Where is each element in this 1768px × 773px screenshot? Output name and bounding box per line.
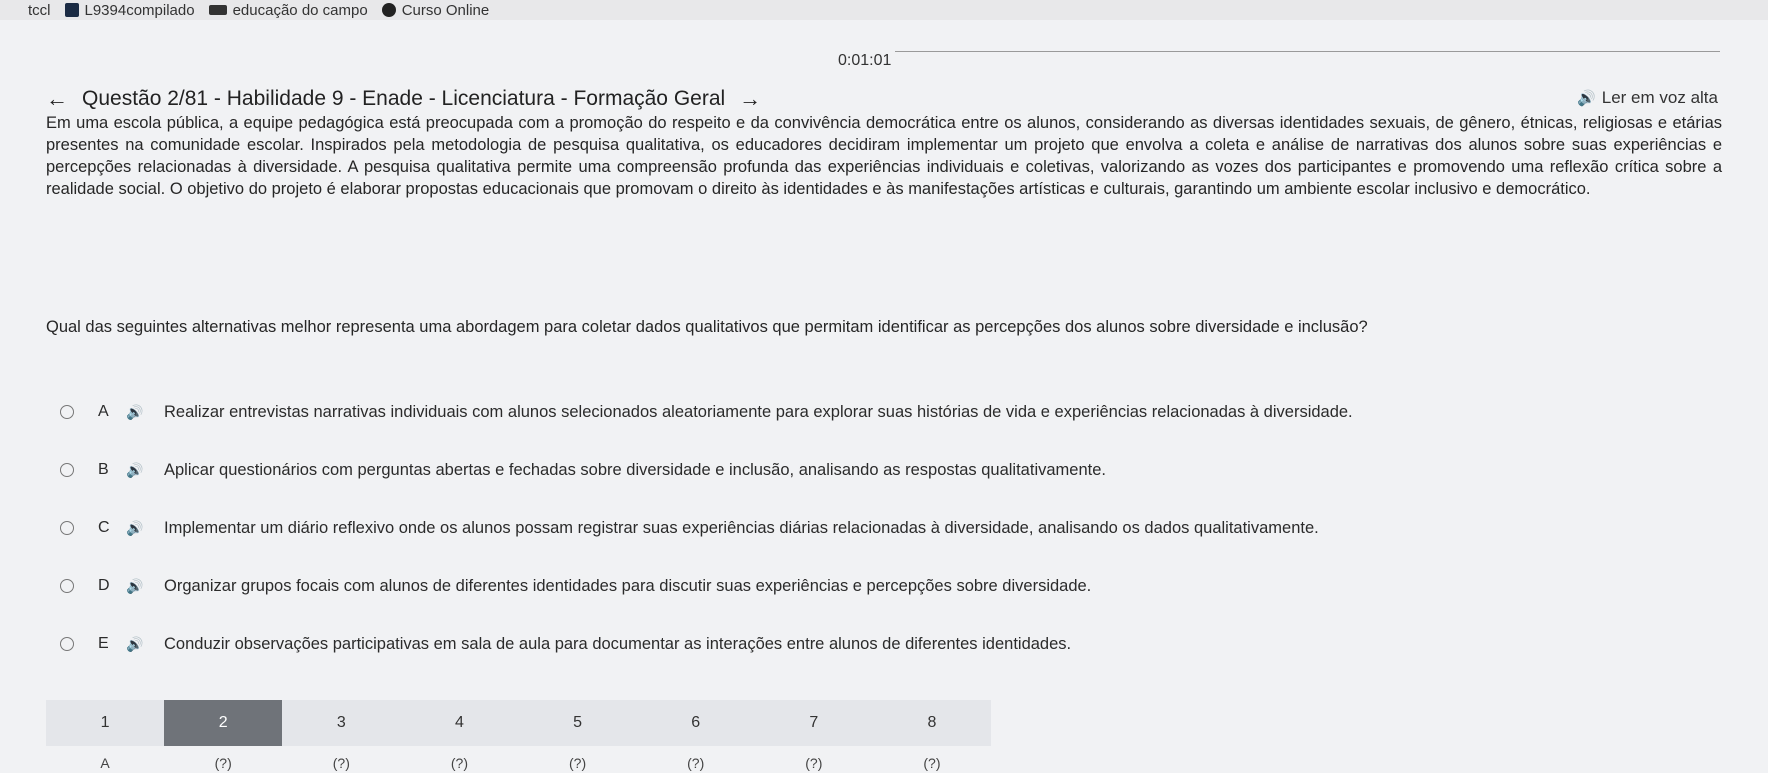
option-a[interactable]: A 🔊 Realizar entrevistas narrativas indi… [46, 383, 1722, 441]
answer-status: (?) [569, 755, 587, 771]
answer-status: A [100, 755, 110, 771]
option-text: Realizar entrevistas narrativas individu… [164, 402, 1353, 421]
read-aloud-button[interactable]: 🔊 Ler em voz alta [1577, 88, 1718, 108]
circle-icon [381, 3, 396, 17]
speaker-icon[interactable]: 🔊 [126, 636, 164, 653]
page-button-2[interactable]: 2 [164, 700, 283, 746]
bookmark-curso-online[interactable]: Curso Online [381, 1, 490, 19]
option-c[interactable]: C 🔊 Implementar um diário reflexivo onde… [46, 499, 1722, 557]
page-button-7[interactable]: 7 [754, 700, 873, 746]
timer-divider [895, 51, 1720, 52]
page-button-3[interactable]: 3 [282, 700, 401, 746]
answer-status: (?) [214, 755, 232, 771]
option-text: Organizar grupos focais com alunos de di… [164, 576, 1092, 595]
option-letter: D [98, 577, 110, 594]
answer-status: (?) [923, 755, 941, 771]
answer-status: (?) [332, 755, 350, 771]
question-title: Questão 2/81 - Habilidade 9 - Enade - Li… [82, 87, 726, 110]
option-text: Implementar um diário reflexivo onde os … [164, 518, 1319, 537]
option-e[interactable]: E 🔊 Conduzir observações participativas … [46, 615, 1722, 673]
timer: 0:01:01 [838, 52, 892, 69]
options-list: A 🔊 Realizar entrevistas narrativas indi… [46, 383, 1722, 673]
option-letter: C [98, 519, 110, 536]
question-statement: Em uma escola pública, a equipe pedagógi… [46, 114, 1722, 198]
bookmark-tccl[interactable]: tccl [8, 2, 51, 19]
bookmark-educacao-campo[interactable]: educação do campo [208, 1, 368, 19]
radio-button[interactable] [60, 579, 74, 593]
page-button-6[interactable]: 6 [636, 700, 755, 746]
option-letter: A [98, 403, 109, 420]
file-icon [8, 3, 22, 17]
page-button-4[interactable]: 4 [400, 700, 519, 746]
question-header: ← Questão 2/81 - Habilidade 9 - Enade - … [46, 86, 761, 112]
speaker-icon[interactable]: 🔊 [126, 578, 164, 595]
radio-button[interactable] [60, 521, 74, 535]
bookmark-icon [64, 3, 79, 17]
option-b[interactable]: B 🔊 Aplicar questionários com perguntas … [46, 441, 1722, 499]
speaker-icon: 🔊 [1577, 90, 1596, 107]
question-pager: 1 2 3 4 5 6 7 8 [46, 700, 991, 746]
option-letter: E [98, 635, 109, 652]
radio-button[interactable] [60, 405, 74, 419]
logo-icon [208, 5, 227, 15]
speaker-icon[interactable]: 🔊 [126, 404, 164, 421]
arrow-right-icon[interactable]: → [739, 86, 761, 112]
speaker-icon[interactable]: 🔊 [126, 520, 164, 537]
bookmarks-bar: tccl L9394compilado educação do campo Cu… [0, 0, 1768, 20]
answer-status: (?) [450, 755, 468, 771]
answer-status: (?) [687, 755, 705, 771]
question-prompt: Qual das seguintes alternativas melhor r… [46, 318, 1368, 336]
option-d[interactable]: D 🔊 Organizar grupos focais com alunos d… [46, 557, 1722, 615]
bookmark-label: tccl [28, 1, 51, 19]
radio-button[interactable] [60, 463, 74, 477]
page-button-5[interactable]: 5 [518, 700, 637, 746]
arrow-left-icon[interactable]: ← [46, 86, 68, 112]
bookmark-compilado[interactable]: L9394compilado [64, 1, 195, 19]
page-button-1[interactable]: 1 [46, 700, 165, 746]
bookmark-label: L9394compilado [84, 1, 195, 19]
radio-button[interactable] [60, 637, 74, 651]
option-text: Aplicar questionários com perguntas aber… [164, 460, 1106, 479]
page-button-8[interactable]: 8 [872, 700, 991, 746]
option-letter: B [98, 461, 109, 478]
speaker-icon[interactable]: 🔊 [126, 462, 164, 479]
option-text: Conduzir observações participativas em s… [164, 634, 1072, 653]
bookmark-label: educação do campo [232, 1, 368, 19]
bookmark-label: Curso Online [401, 1, 490, 19]
answer-status: (?) [805, 755, 823, 771]
read-aloud-label: Ler em voz alta [1601, 88, 1718, 107]
answer-status-row: A (?) (?) (?) (?) (?) (?) (?) [46, 755, 991, 773]
